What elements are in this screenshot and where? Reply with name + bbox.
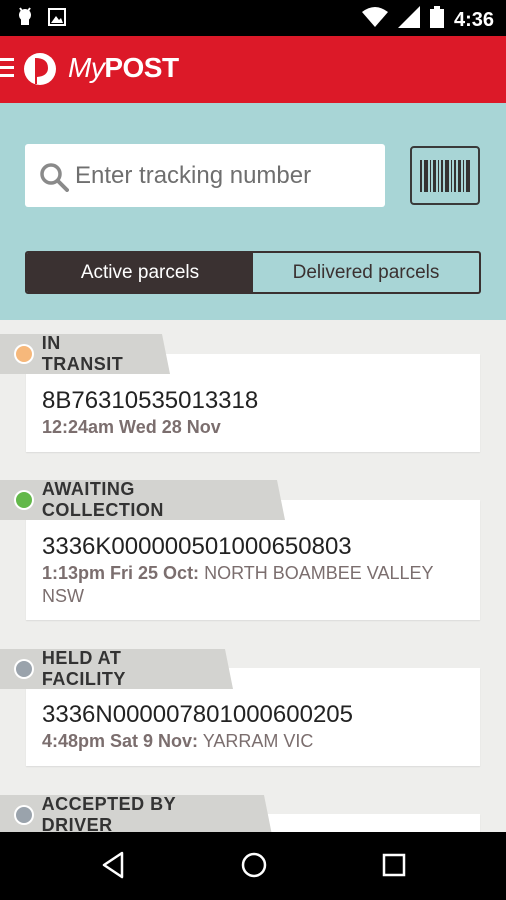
status-tag: ACCEPTED BY DRIVER: [0, 795, 272, 832]
brand-title: MyPOST: [68, 50, 179, 86]
wifi-icon: [361, 6, 388, 33]
app-bar: MyPOST: [0, 36, 506, 103]
menu-icon[interactable]: [0, 58, 14, 80]
tab-active-parcels[interactable]: Active parcels: [27, 253, 253, 292]
status-label: ACCEPTED BY DRIVER: [41, 794, 176, 832]
brand-my: My: [68, 52, 105, 83]
parcel-event: 12:24am Wed 28 Nov: [42, 416, 464, 439]
battery-icon: [429, 6, 444, 33]
search-icon: [39, 162, 69, 197]
barcode-icon: [420, 160, 470, 192]
status-tag: IN TRANSIT: [0, 334, 170, 374]
event-time: 4:48pm Sat 9 Nov:: [42, 731, 199, 751]
status-label: IN TRANSIT: [41, 333, 124, 374]
status-bar: 4:36: [0, 0, 506, 36]
status-label: AWAITING COLLECTION: [41, 479, 164, 520]
tracking-number: 3336N000007801000600205: [42, 701, 353, 728]
tab-delivered-parcels[interactable]: Delivered parcels: [253, 253, 479, 292]
status-dot: [14, 805, 34, 825]
parcel-event: 4:48pm Sat 9 Nov: YARRAM VIC: [42, 730, 464, 753]
navigation-bar: [0, 832, 506, 900]
tracking-number-input[interactable]: [75, 154, 375, 198]
scan-barcode-button[interactable]: [410, 146, 480, 205]
search-box[interactable]: [25, 144, 385, 207]
status-label: HELD AT FACILITY: [41, 648, 126, 689]
parcel-event: 1:13pm Fri 25 Oct: NORTH BOAMBEE VALLEY …: [42, 562, 464, 608]
tracking-number: 8B76310535013318: [42, 387, 259, 414]
status-dot: [14, 659, 34, 679]
event-time: 12:24am Wed 28 Nov: [42, 417, 221, 437]
recents-icon[interactable]: [381, 850, 407, 885]
image-icon: [48, 8, 66, 31]
android-icon: [16, 7, 34, 32]
parcel-filter-tabs: Active parcels Delivered parcels: [25, 251, 481, 294]
back-icon[interactable]: [100, 850, 126, 885]
status-dot: [14, 490, 34, 510]
parcel-list[interactable]: 8B76310535013318 12:24am Wed 28 Nov IN T…: [0, 320, 506, 832]
event-time: 1:13pm Fri 25 Oct:: [42, 563, 200, 583]
status-dot: [14, 344, 34, 364]
brand-post: POST: [104, 52, 179, 83]
event-location: YARRAM VIC: [202, 731, 314, 751]
search-panel: Active parcels Delivered parcels: [0, 103, 506, 320]
australia-post-logo: [20, 48, 60, 90]
status-tag: AWAITING COLLECTION: [0, 480, 285, 520]
signal-icon: [397, 6, 420, 33]
tracking-number: 3336K000000501000650803: [42, 533, 352, 560]
status-tag: HELD AT FACILITY: [0, 649, 233, 689]
clock: 4:36: [453, 8, 494, 31]
home-icon[interactable]: [240, 850, 268, 885]
